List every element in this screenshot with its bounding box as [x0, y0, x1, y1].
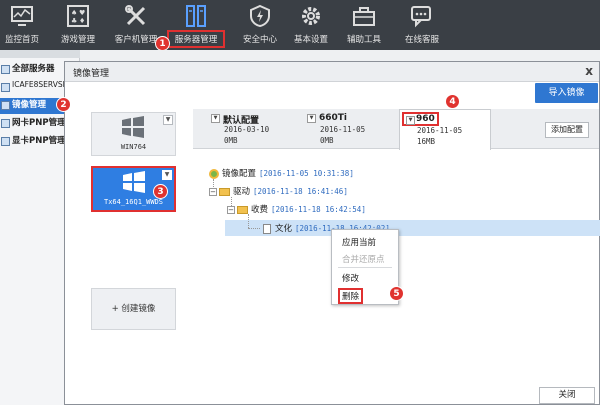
- top-toolbar: 监控首页 ♠ ♥ ♣ ♦ 游戏管理 客户机管理 服务器管理 安全中心 基本设置 辅助工…: [0, 0, 600, 50]
- config-date: 2016-03-10: [224, 125, 270, 134]
- toolbar-label: 游戏管理: [60, 35, 95, 45]
- computer-icon: [1, 83, 10, 92]
- sidebar-item-label: 全部服务器: [12, 64, 55, 74]
- step-badge-5: 5: [389, 286, 404, 301]
- shield-icon: [250, 4, 270, 28]
- tree-node-date: [2016-11-18 16:41:46]: [253, 187, 348, 196]
- close-button[interactable]: 关闭: [539, 387, 595, 404]
- chat-icon: [411, 6, 431, 28]
- sidebar-item-label: 镜像管理: [12, 100, 47, 110]
- folder-icon: [219, 187, 230, 196]
- svg-text:♠: ♠: [71, 9, 77, 17]
- config-size: 0MB: [224, 136, 238, 145]
- image-name: WIN764: [120, 143, 147, 151]
- step-badge-4: 4: [445, 94, 460, 109]
- tab-config-default[interactable]: ▼ 默认配置 2016-03-10 0MB: [207, 109, 299, 149]
- add-config-button[interactable]: 添加配置: [545, 122, 589, 138]
- toolbar-server[interactable]: 服务器管理: [167, 0, 225, 50]
- tools-icon: [125, 5, 146, 26]
- toolbar-support[interactable]: 在线客服: [396, 0, 448, 50]
- monitor-icon: [11, 6, 33, 26]
- config-name: 660Ti: [319, 113, 348, 123]
- toolbar-label: 服务器管理: [167, 30, 225, 48]
- config-tabs: ▼ 默认配置 2016-03-10 0MB ▼ 660Ti 2016-11-05…: [193, 109, 599, 150]
- toolbar-tools[interactable]: 辅助工具: [338, 0, 390, 50]
- menu-item-apply[interactable]: 应用当前: [342, 236, 376, 248]
- menu-item-merge: 合并还原点: [342, 255, 385, 265]
- toolbar-settings[interactable]: 基本设置: [285, 0, 337, 50]
- chevron-down-icon[interactable]: ▼: [211, 114, 220, 123]
- sidebar-item-label: 显卡PNP管理: [12, 136, 66, 146]
- tree-node-date: [2016-11-05 10:31:38]: [259, 169, 354, 178]
- svg-text:♥: ♥: [79, 9, 85, 17]
- gpu-icon: [1, 137, 10, 146]
- tree-node-label: 收费: [251, 205, 269, 215]
- step-badge-3: 3: [153, 184, 168, 199]
- menu-item-edit[interactable]: 修改: [342, 272, 359, 284]
- config-date: 2016-11-05: [320, 125, 366, 134]
- image-icon: [1, 101, 10, 110]
- image-card[interactable]: ▼ WIN764: [91, 112, 176, 156]
- step-badge-2: 2: [56, 97, 71, 112]
- folder-icon: [237, 205, 248, 214]
- tree-node-date: [2016-11-18 16:42:54]: [271, 205, 366, 214]
- server-icon: [186, 5, 206, 27]
- gamepad-icon: ♠ ♥♣ ♦: [67, 5, 89, 27]
- tree-node-label: 驱动: [233, 187, 251, 197]
- tree-node-label: 镜像配置: [222, 169, 257, 179]
- tree-node-label: 文化: [275, 224, 293, 234]
- image-list: ▼ WIN764 ▼ Tx64_16Q1_WWDS + 创建镜像: [88, 110, 181, 330]
- chevron-down-icon[interactable]: ▼: [406, 116, 415, 125]
- dialog-titlebar: 镜像管理 x: [65, 62, 599, 82]
- chevron-down-icon[interactable]: ▼: [307, 114, 316, 123]
- tree-node-root[interactable]: 镜像配置 [2016-11-05 10:31:38]: [209, 167, 354, 181]
- toolbar-label: 辅助工具: [346, 35, 381, 45]
- collapse-icon[interactable]: −: [209, 187, 217, 196]
- toolbar-label: 在线客服: [404, 35, 439, 45]
- image-management-dialog: 镜像管理 x 导入镜像 ▼ WIN764 ▼ Tx64_16Q1_WWDS + …: [64, 61, 600, 405]
- close-icon[interactable]: x: [585, 64, 593, 78]
- step-badge-1: 1: [155, 36, 170, 51]
- collapse-icon[interactable]: −: [227, 205, 235, 214]
- tab-config-960[interactable]: ▼ 960 2016-11-05 16MB: [399, 109, 491, 150]
- svg-text:♣: ♣: [71, 17, 77, 25]
- menu-divider: [338, 267, 392, 268]
- tree-node-charge[interactable]: − 收费 [2016-11-18 16:42:54]: [227, 203, 366, 217]
- tab-config-660ti[interactable]: ▼ 660Ti 2016-11-05 0MB: [303, 109, 395, 149]
- create-image-button[interactable]: + 创建镜像: [91, 288, 176, 330]
- gear-icon: [302, 7, 320, 25]
- import-image-button[interactable]: 导入镜像: [535, 83, 598, 103]
- tree-node-driver[interactable]: − 驱动 [2016-11-18 16:41:46]: [209, 185, 348, 199]
- sidebar-item-label: 网卡PNP管理: [12, 118, 66, 128]
- menu-item-delete[interactable]: 删除: [338, 288, 364, 304]
- toolbar-games[interactable]: ♠ ♥ ♣ ♦ 游戏管理: [52, 0, 104, 50]
- config-size: 0MB: [320, 136, 334, 145]
- tree-line: [248, 228, 260, 229]
- toolbox-icon: [353, 7, 375, 26]
- chevron-down-icon[interactable]: ▼: [162, 170, 172, 180]
- svg-text:♦: ♦: [79, 17, 85, 25]
- windows-logo-icon: [122, 116, 144, 138]
- document-icon: [263, 223, 271, 234]
- config-size: 16MB: [417, 137, 436, 146]
- windows-logo-icon: [123, 171, 145, 193]
- chevron-down-icon[interactable]: ▼: [163, 115, 173, 125]
- config-date: 2016-11-05: [417, 126, 463, 135]
- dialog-title: 镜像管理: [73, 69, 110, 79]
- toolbar-monitor[interactable]: 监控首页: [0, 0, 48, 50]
- server-tree-icon: [1, 65, 10, 74]
- config-node-icon: [209, 168, 219, 179]
- nic-icon: [1, 119, 10, 128]
